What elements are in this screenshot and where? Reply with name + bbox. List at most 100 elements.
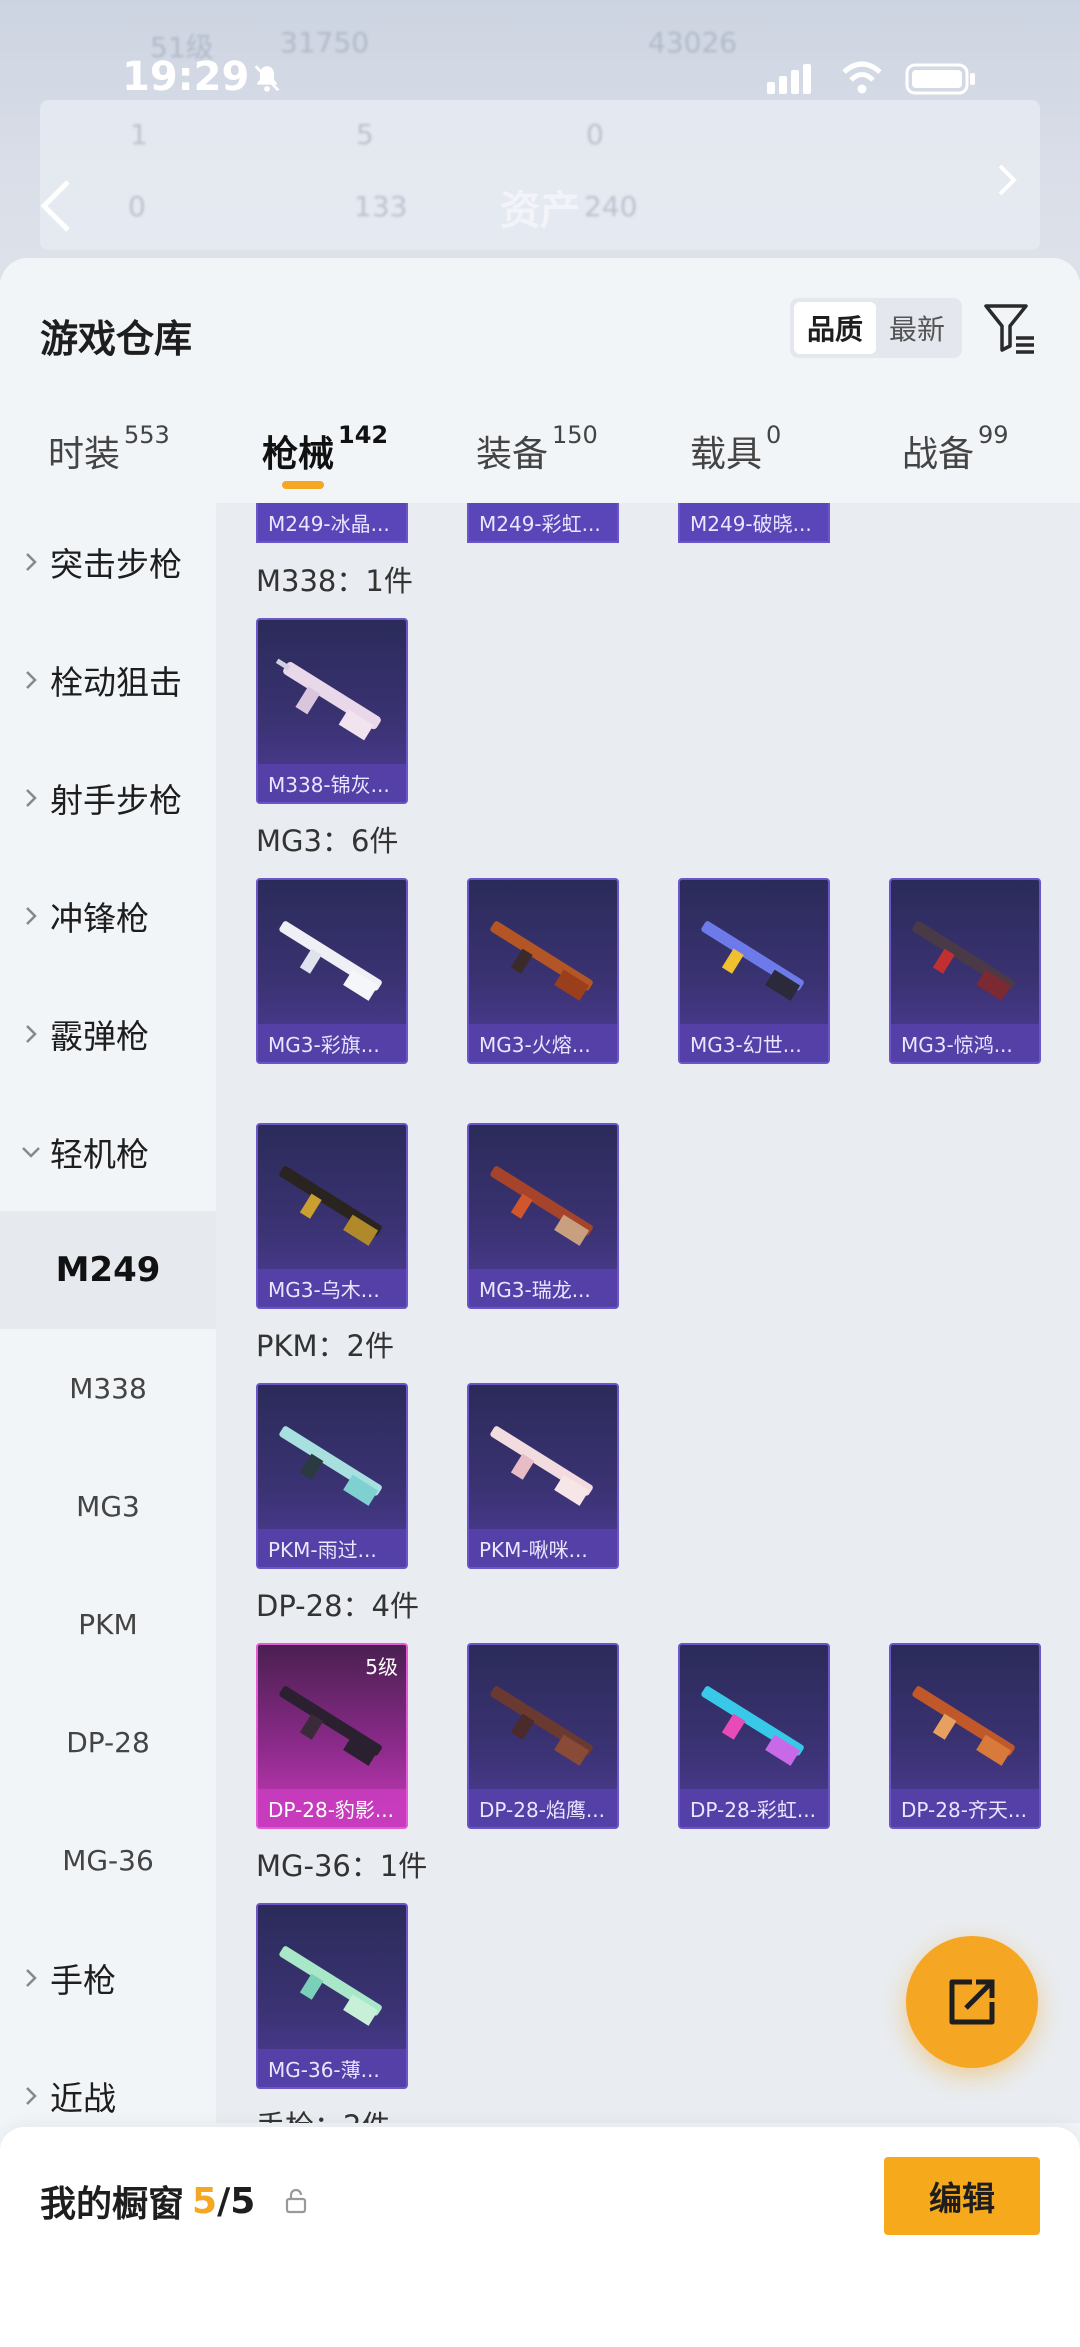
skin-name: MG-36-薄... — [258, 2049, 406, 2087]
sidebar-sub-m249[interactable]: M249 — [0, 1211, 216, 1329]
sidebar-item-melee[interactable]: 近战 — [0, 2037, 216, 2123]
sidebar-item-assault-rifle[interactable]: 突击步枪 — [0, 503, 216, 621]
group-label-m338: M338：1件 — [256, 564, 413, 598]
tab-label: 战备 — [902, 434, 975, 475]
rifle-icon — [912, 921, 1015, 1001]
page-title: 资产 — [500, 188, 580, 234]
skin-card-partial[interactable]: M249-破晓... — [678, 503, 830, 543]
skin-name: MG3-幻世... — [680, 1024, 828, 1062]
skin-card[interactable]: PKM-雨过... — [256, 1383, 408, 1569]
chevron-right-icon[interactable] — [992, 160, 1022, 200]
rifle-icon — [279, 1426, 382, 1506]
skin-card[interactable]: MG3-惊鸿... — [889, 878, 1041, 1064]
skin-card[interactable]: MG3-乌木... — [256, 1123, 408, 1309]
ghost-stat: 5 — [356, 118, 374, 151]
tab-label: 载具 — [690, 434, 763, 475]
skin-card[interactable]: MG3-幻世... — [678, 878, 830, 1064]
tab-active-indicator — [282, 481, 324, 489]
group-label-pistol: 手枪：2件 — [256, 2103, 390, 2123]
sidebar-item-shotgun[interactable]: 霰弹枪 — [0, 975, 216, 1093]
tab-equipment[interactable]: 装备 150 — [476, 403, 598, 503]
sidebar-item-bolt-sniper[interactable]: 栓动狙击 — [0, 621, 216, 739]
sidebar-item-label: 手枪 — [50, 1961, 116, 2000]
tab-label: 时装 — [48, 434, 121, 475]
share-icon — [949, 1979, 995, 2025]
tab-count: 99 — [978, 421, 1009, 449]
category-tabs: 时装 553 枪械 142 装备 150 载具 0 战备 99 — [0, 403, 1080, 503]
tab-count: 0 — [766, 421, 782, 449]
sidebar-item-label: 射手步枪 — [50, 781, 182, 820]
sidebar-item-smg[interactable]: 冲锋枪 — [0, 857, 216, 975]
skin-card[interactable]: MG3-瑞龙... — [467, 1123, 619, 1309]
tab-vehicles[interactable]: 载具 0 — [690, 403, 781, 503]
wifi-icon — [842, 61, 882, 94]
tab-count: 553 — [124, 421, 170, 449]
chevron-right-icon — [26, 1969, 37, 1987]
skin-name: MG3-火熔... — [469, 1024, 617, 1062]
skin-card-partial[interactable]: M249-冰晶... — [256, 503, 408, 543]
sheet-header: 游戏仓库 品质 最新 时装 553 枪械 142 装备 150 载具 0 战备 … — [0, 258, 1080, 503]
skin-name: MG3-乌木... — [258, 1269, 406, 1307]
skin-card[interactable]: PKM-啾咪... — [467, 1383, 619, 1569]
share-button[interactable] — [906, 1936, 1038, 2068]
sidebar-item-label: 轻机枪 — [50, 1135, 149, 1174]
sort-quality-button[interactable]: 品质 — [794, 302, 876, 354]
sidebar-item-lmg[interactable]: 轻机枪 — [0, 1093, 216, 1211]
rifle-icon — [275, 658, 381, 741]
skin-card-highlight[interactable]: 5级 DP-28-豹影... — [256, 1643, 408, 1829]
skin-card[interactable]: M338-锦灰... — [256, 618, 408, 804]
skin-card[interactable]: DP-28-彩虹... — [678, 1643, 830, 1829]
group-label-mg36: MG-36：1件 — [256, 1849, 428, 1883]
skin-name: PKM-啾咪... — [469, 1529, 617, 1567]
skin-name: DP-28-齐天... — [891, 1789, 1039, 1827]
skin-card-partial[interactable]: M249-彩虹... — [467, 503, 619, 543]
sidebar-sub-mg36[interactable]: MG-36 — [0, 1801, 216, 1919]
sidebar-item-label: 近战 — [50, 2079, 116, 2118]
filter-icon[interactable] — [982, 300, 1038, 356]
sidebar-item-label: 霰弹枪 — [50, 1017, 149, 1056]
skin-card[interactable]: DP-28-焰鹰... — [467, 1643, 619, 1829]
battery-icon — [905, 63, 975, 95]
rifle-icon — [279, 1946, 382, 2026]
skin-name: M338-锦灰... — [258, 764, 406, 802]
signal-icon — [767, 64, 811, 94]
tab-fashion[interactable]: 时装 553 — [48, 403, 170, 503]
ghost-score: 31750 — [280, 26, 370, 59]
sidebar-item-label: 冲锋枪 — [50, 899, 149, 938]
skin-name: MG3-瑞龙... — [469, 1269, 617, 1307]
lock-icon — [286, 2188, 307, 2214]
sort-newest-button[interactable]: 最新 — [876, 302, 958, 354]
edit-button[interactable]: 编辑 — [884, 2157, 1040, 2235]
rifle-icon — [279, 921, 382, 1001]
chevron-down-icon — [22, 1147, 40, 1158]
skin-card[interactable]: MG-36-薄... — [256, 1903, 408, 2089]
tab-label: 装备 — [476, 434, 549, 475]
mute-bell-icon — [254, 65, 280, 92]
sidebar-sub-mg3[interactable]: MG3 — [0, 1447, 216, 1565]
sidebar-item-pistol[interactable]: 手枪 — [0, 1919, 216, 2037]
tab-guns[interactable]: 枪械 142 — [262, 403, 388, 503]
skin-name: DP-28-彩虹... — [680, 1789, 828, 1827]
sidebar-sub-m338[interactable]: M338 — [0, 1329, 216, 1447]
skin-card[interactable]: MG3-彩旗... — [256, 878, 408, 1064]
rifle-icon — [701, 1686, 804, 1766]
rifle-icon — [490, 1686, 593, 1766]
sidebar-sub-dp28[interactable]: DP-28 — [0, 1683, 216, 1801]
skin-card[interactable]: DP-28-齐天... — [889, 1643, 1041, 1829]
warehouse-title: 游戏仓库 — [40, 317, 193, 361]
tab-gear[interactable]: 战备 99 — [902, 403, 1009, 503]
skin-name: DP-28-豹影... — [258, 1789, 406, 1827]
sort-toggle: 品质 最新 — [790, 298, 962, 358]
skin-name: MG3-彩旗... — [258, 1024, 406, 1062]
skin-card[interactable]: MG3-火熔... — [467, 878, 619, 1064]
showcase-used: 5 — [192, 2180, 218, 2222]
skin-name: DP-28-焰鹰... — [469, 1789, 617, 1827]
rifle-icon — [490, 921, 593, 1001]
sidebar-item-marksman-rifle[interactable]: 射手步枪 — [0, 739, 216, 857]
weapon-category-sidebar: 突击步枪 栓动狙击 射手步枪 冲锋枪 霰弹枪 轻机枪 M249 M338 MG3… — [0, 503, 216, 2123]
rifle-icon — [912, 1686, 1015, 1766]
weapon-skin-list[interactable]: M249-冰晶... M249-彩虹... M249-破晓... M338：1件… — [216, 503, 1080, 2123]
sidebar-sub-pkm[interactable]: PKM — [0, 1565, 216, 1683]
rifle-icon — [490, 1426, 593, 1506]
ghost-stat: 0 — [586, 118, 604, 151]
